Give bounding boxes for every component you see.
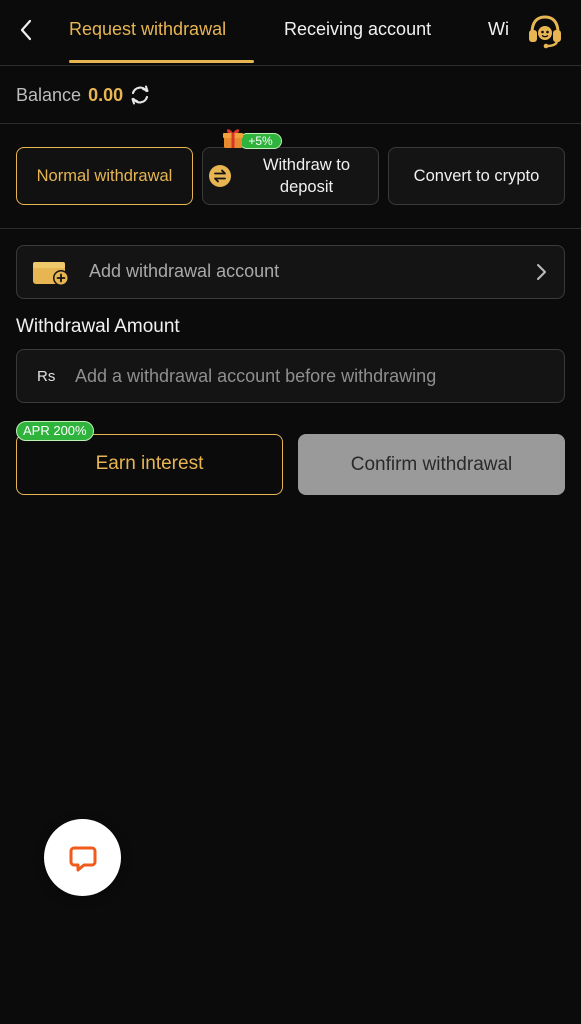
chevron-right-icon [537, 264, 546, 280]
customer-support-button[interactable] [525, 13, 565, 49]
top-bar: Request withdrawal Receiving account Wi [0, 0, 581, 66]
apr-badge: APR 200% [16, 421, 94, 441]
withdrawal-methods: Normal withdrawal Withdraw to deposit Co… [0, 125, 581, 229]
confirm-withdrawal-label: Confirm withdrawal [350, 454, 513, 475]
balance-row: Balance 0.00 [0, 67, 581, 124]
earn-interest-button[interactable]: Earn interest [16, 434, 283, 495]
balance-label: Balance [16, 84, 82, 105]
convert-to-crypto-button[interactable]: Convert to crypto [388, 147, 565, 205]
tab-third[interactable]: Wi [488, 0, 509, 66]
amount-input[interactable] [75, 356, 545, 396]
tab-request-withdrawal[interactable]: Request withdrawal [54, 0, 254, 66]
gift-icon [223, 129, 243, 148]
currency-symbol: Rs [37, 368, 56, 385]
balance-value: 0.00 [88, 84, 124, 105]
tab-label: Receiving account [284, 19, 432, 39]
chevron-left-icon [20, 19, 32, 41]
tab-bar: Request withdrawal Receiving account Wi [54, 0, 514, 66]
normal-withdrawal-button[interactable]: Normal withdrawal [16, 147, 193, 205]
swap-icon [209, 165, 231, 187]
withdraw-to-deposit-button[interactable]: Withdraw to deposit [202, 147, 379, 205]
earn-interest-label: Earn interest [95, 453, 204, 474]
method-label: Normal withdrawal [36, 167, 173, 185]
back-button[interactable] [12, 14, 40, 46]
tab-label: Request withdrawal [69, 19, 227, 39]
method-label: Convert to crypto [413, 167, 540, 185]
chat-icon [69, 846, 97, 872]
wallet-add-icon [33, 262, 69, 286]
add-account-label: Add withdrawal account [89, 261, 280, 281]
amount-input-box: Rs [16, 349, 565, 403]
withdrawal-amount-title: Withdrawal Amount [16, 316, 180, 337]
tab-receiving-account[interactable]: Receiving account [284, 0, 431, 66]
active-tab-indicator [69, 60, 254, 63]
add-withdrawal-account-button[interactable]: Add withdrawal account [16, 245, 565, 299]
refresh-icon[interactable] [129, 84, 151, 106]
live-chat-button[interactable] [44, 819, 121, 896]
headset-icon [529, 15, 561, 49]
method-label: Withdraw to deposit [262, 156, 351, 196]
bonus-badge: +5% [221, 129, 283, 150]
withdrawal-page: Request withdrawal Receiving account Wi [0, 0, 581, 1024]
tab-label: Wi [488, 19, 509, 39]
confirm-withdrawal-button[interactable]: Confirm withdrawal [298, 434, 565, 495]
bonus-percent: +5% [239, 133, 282, 149]
